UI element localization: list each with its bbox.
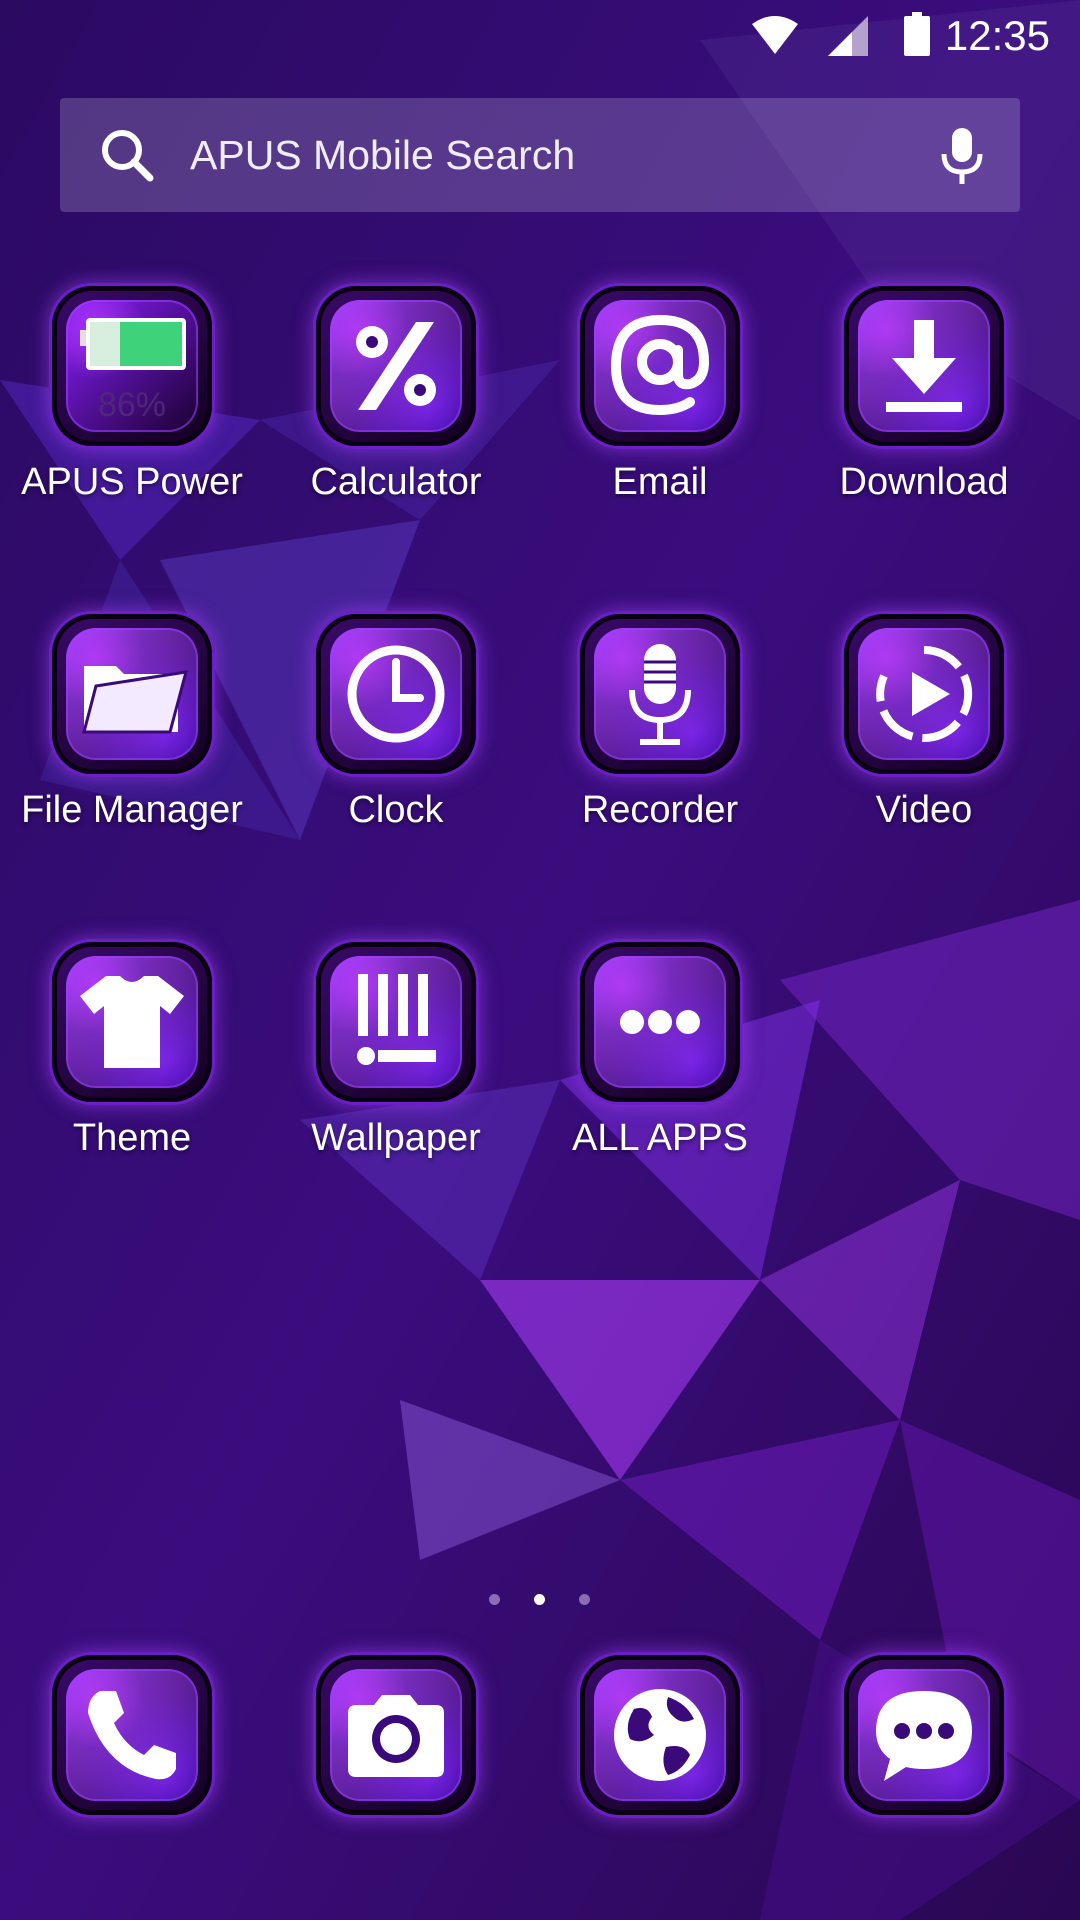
status-bar: 12:35 <box>0 0 1080 72</box>
app-label: File Manager <box>21 789 243 831</box>
app-calculator[interactable]: Calculator <box>264 286 528 586</box>
wifi-icon <box>752 16 798 54</box>
status-time: 12:35 <box>944 12 1050 59</box>
at-sign-icon <box>610 314 710 416</box>
app-label: Clock <box>348 789 444 831</box>
app-apus-power[interactable]: 86% APUS Power <box>0 286 264 586</box>
phone-icon <box>88 1691 176 1780</box>
app-email[interactable]: Email <box>528 286 792 586</box>
app-theme[interactable]: Theme <box>0 942 264 1242</box>
page-dot[interactable] <box>489 1594 500 1605</box>
cellular-signal-icon <box>828 16 868 56</box>
page-dot-active[interactable] <box>534 1594 545 1605</box>
app-label: Video <box>875 789 973 831</box>
tshirt-icon <box>80 976 184 1068</box>
chat-bubble-icon <box>876 1691 972 1781</box>
app-all-apps[interactable]: ALL APPS <box>528 942 792 1242</box>
dock-camera[interactable] <box>264 1655 528 1825</box>
percent-icon <box>356 322 436 410</box>
app-clock[interactable]: Clock <box>264 614 528 914</box>
download-icon <box>886 320 962 412</box>
page-dot[interactable] <box>579 1594 590 1605</box>
app-label: Download <box>839 461 1009 503</box>
app-file-manager[interactable]: File Manager <box>0 614 264 914</box>
voice-search-mic-icon[interactable] <box>934 126 990 186</box>
app-download[interactable]: Download <box>792 286 1056 586</box>
dock-phone[interactable] <box>0 1655 264 1825</box>
wallpaper-icon <box>357 974 436 1065</box>
clock-icon <box>347 645 445 743</box>
app-label: Wallpaper <box>311 1117 481 1159</box>
folder-icon <box>82 666 189 734</box>
microphone-icon <box>629 644 691 745</box>
app-video[interactable]: Video <box>792 614 1056 914</box>
app-label: ALL APPS <box>571 1117 749 1159</box>
app-wallpaper[interactable]: Wallpaper <box>264 942 528 1242</box>
app-recorder[interactable]: Recorder <box>528 614 792 914</box>
battery-status-icon <box>904 12 930 56</box>
app-label: APUS Power <box>21 461 243 503</box>
app-label: Theme <box>72 1117 192 1159</box>
app-label: Recorder <box>581 789 739 831</box>
battery-percentage: 86% <box>97 386 167 424</box>
app-label: Calculator <box>310 461 482 503</box>
page-indicator <box>0 1590 1080 1610</box>
dock-browser[interactable] <box>528 1655 792 1825</box>
globe-icon <box>614 1689 706 1781</box>
play-icon <box>876 645 973 742</box>
camera-icon <box>348 1695 444 1777</box>
dock-messages[interactable] <box>792 1655 1056 1825</box>
search-icon <box>102 130 154 182</box>
search-placeholder: APUS Mobile Search <box>190 132 576 178</box>
more-dots-icon <box>620 1010 700 1034</box>
search-bar[interactable]: APUS Mobile Search <box>60 98 1020 212</box>
app-label: Email <box>612 461 708 503</box>
